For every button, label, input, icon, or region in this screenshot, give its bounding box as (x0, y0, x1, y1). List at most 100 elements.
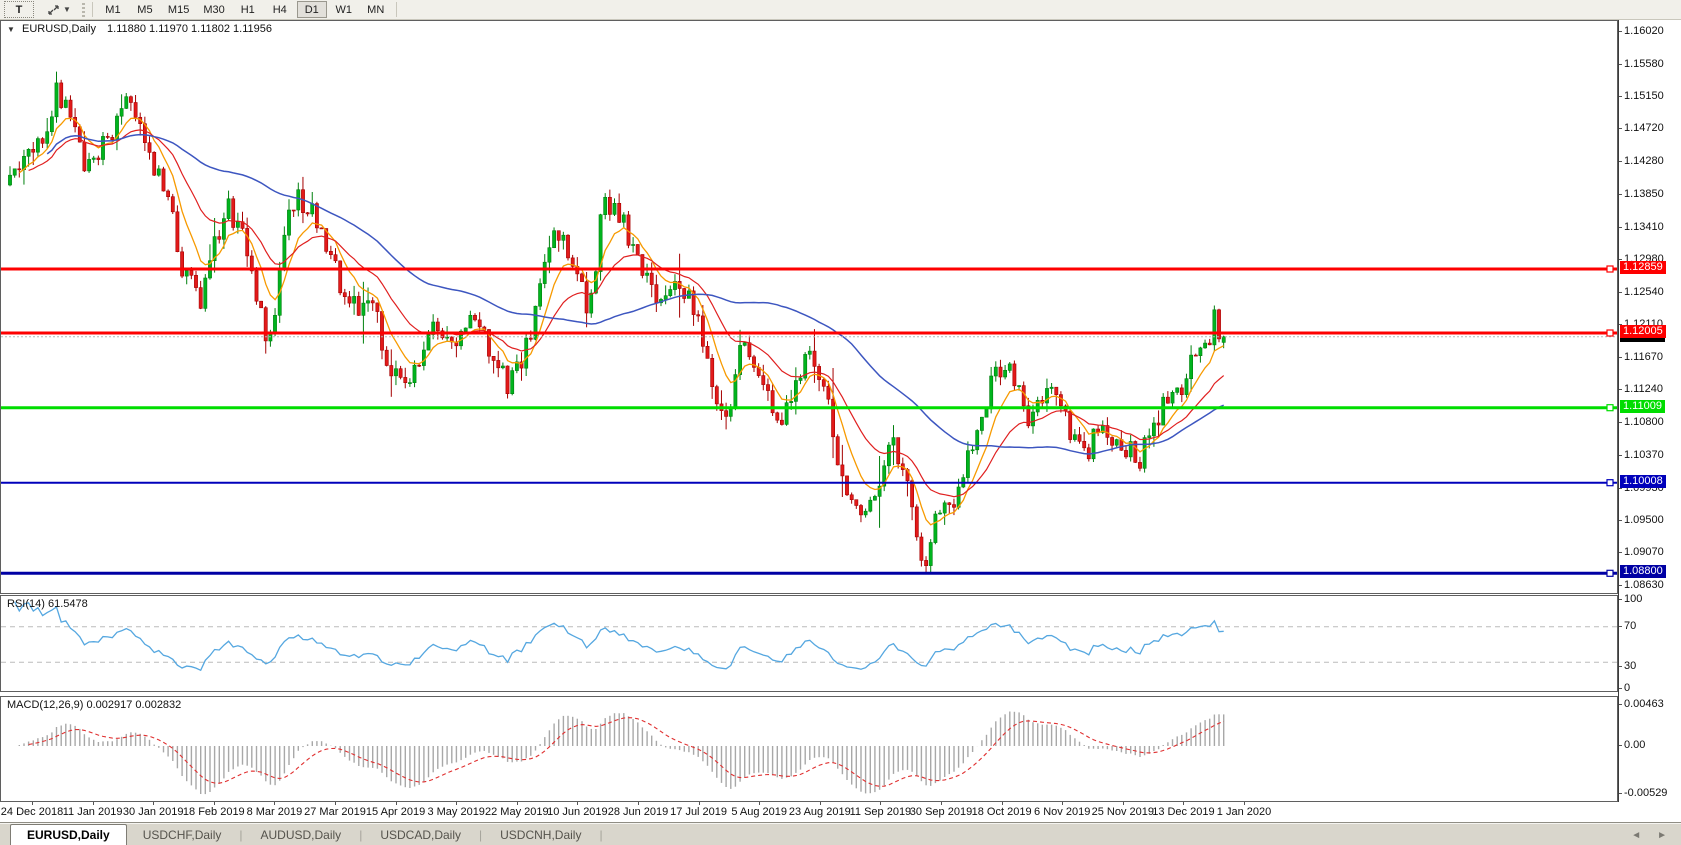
price-axis-tick: 1.10800 (1624, 416, 1664, 429)
rsi-canvas[interactable] (1, 596, 1617, 691)
tab-separator: | (479, 828, 483, 842)
text-tool-label: T (15, 3, 23, 16)
tab-scroll-right-icon[interactable]: ► (1657, 830, 1667, 841)
arrows-tool-button[interactable]: ▼ (41, 1, 77, 18)
timeframe-button-M15[interactable]: M15 (162, 1, 195, 18)
axis-tick-mark (1619, 793, 1622, 794)
macd-canvas[interactable] (1, 697, 1617, 801)
text-tool-button[interactable]: T (4, 1, 34, 18)
macd-indicator-panel: MACD(12,26,9) 0.002917 0.002832 (0, 696, 1618, 802)
rsi-axis-tick: 30 (1624, 659, 1637, 672)
axis-tick-mark (1619, 704, 1622, 705)
axis-tick-mark (1619, 519, 1622, 521)
tab-audusd-daily[interactable]: AUDUSD,Daily (245, 825, 358, 845)
date-axis-label: 22 May 2019 (484, 806, 549, 818)
price-axis-tick: 1.11670 (1624, 351, 1663, 364)
axis-tick-mark (1619, 258, 1622, 260)
axis-tick-mark (1619, 665, 1622, 667)
date-axis-label: 15 Apr 2019 (365, 806, 426, 818)
axis-tick-mark (1619, 161, 1622, 163)
hline-price-tag: 1.08800 (1620, 565, 1666, 579)
date-tick-mark (395, 802, 397, 805)
date-tick-mark (577, 802, 579, 805)
toolbar-separator (91, 2, 93, 17)
macd-axis-tick: -0.00529 (1624, 787, 1668, 799)
tab-usdchf-daily[interactable]: USDCHF,Daily (127, 825, 238, 845)
axis-tick-mark (1619, 585, 1622, 586)
price-axis[interactable]: 1.16020 1.15580 1.15150 1.14720 1.14280 1.138… (1618, 20, 1681, 802)
axis-tick-mark (1619, 625, 1622, 627)
axis-tick-mark (1619, 745, 1622, 746)
date-axis-label: 1 Jan 2020 (1216, 806, 1272, 818)
date-axis-label: 30 Sep 2019 (909, 806, 973, 818)
date-tick-mark (1122, 802, 1124, 805)
toolbar-separator (395, 2, 397, 17)
date-axis-label: 17 Jul 2019 (670, 806, 728, 818)
price-axis-tick: 1.10370 (1624, 448, 1664, 461)
macd-label: MACD(12,26,9) 0.002917 0.002832 (7, 699, 182, 711)
axis-tick-mark (1619, 552, 1622, 553)
timeframe-button-H4[interactable]: H4 (265, 1, 295, 18)
hline-price-tag: 1.10008 (1620, 474, 1666, 488)
timeframe-button-MN[interactable]: MN (361, 1, 391, 18)
toolbar: T ▼ M1 M5 M15 M30 H1 H4 D1 W1 MN (0, 0, 1681, 20)
chart-tab-bar: EURUSD,Daily USDCHF,Daily | AUDUSD,Daily | US… (0, 822, 1681, 845)
macd-axis-tick: 0.00463 (1624, 698, 1664, 710)
trading-platform-window: T ▼ M1 M5 M15 M30 H1 H4 D1 W1 MN ▼ EURUSD,Daily … (0, 0, 1681, 845)
timeframe-button-M30[interactable]: M30 (197, 1, 230, 18)
date-tick-mark (1244, 802, 1245, 805)
dropdown-caret-icon: ▼ (63, 5, 71, 14)
date-tick-mark (456, 802, 458, 805)
date-tick-mark (213, 802, 215, 805)
date-tick-mark (1183, 802, 1185, 805)
toolbar-grip[interactable] (81, 2, 85, 17)
tab-scroll-left-icon[interactable]: ◄ (1631, 830, 1641, 841)
arrows-icon (48, 4, 59, 15)
date-axis-label: 30 Jan 2019 (122, 806, 184, 818)
date-axis-label: 11 Jan 2019 (62, 806, 123, 818)
chart-title: ▼ EURUSD,Daily 1.11880 1.11970 1.11802 1… (7, 23, 272, 35)
timeframe-button-M1[interactable]: M1 (98, 1, 128, 18)
price-axis-tick: 1.15150 (1624, 90, 1664, 103)
chart-symbol-label: EURUSD,Daily (21, 23, 96, 36)
date-axis[interactable]: 24 Dec 2018 11 Jan 2019 30 Jan 2019 18 Feb … (0, 802, 1681, 822)
date-tick-mark (698, 802, 700, 805)
date-tick-mark (92, 802, 94, 805)
price-axis-tick: 1.16020 (1624, 25, 1664, 37)
axis-tick-mark (1619, 96, 1622, 98)
axis-tick-mark (1619, 599, 1622, 600)
date-tick-mark (516, 802, 518, 805)
tab-eurusd-daily[interactable]: EURUSD,Daily (10, 824, 127, 845)
collapse-chart-icon[interactable]: ▼ (7, 25, 15, 34)
price-axis-tick: 1.13410 (1624, 220, 1664, 233)
tab-usdcnh-daily[interactable]: USDCNH,Daily (484, 825, 597, 845)
tab-scroll-controls: ◄ ► (1631, 830, 1667, 841)
main-chart-panel: ▼ EURUSD,Daily 1.11880 1.11970 1.11802 1… (0, 20, 1618, 594)
price-axis-tick: 1.15580 (1624, 57, 1664, 70)
timeframe-button-D1[interactable]: D1 (296, 1, 327, 18)
timeframe-toolbar: M1 M5 M15 M30 H1 H4 D1 W1 MN (97, 1, 392, 18)
timeframe-button-W1[interactable]: W1 (329, 1, 359, 18)
price-axis-tick: 1.14280 (1624, 155, 1664, 168)
tab-usdcad-daily[interactable]: USDCAD,Daily (364, 825, 477, 845)
date-axis-label: 28 Jun 2019 (607, 806, 669, 818)
axis-tick-mark (1619, 226, 1622, 228)
date-tick-mark (638, 802, 639, 805)
timeframe-button-H1[interactable]: H1 (233, 1, 263, 18)
price-axis-tick: 1.14720 (1624, 122, 1664, 135)
date-tick-mark (153, 802, 155, 805)
date-axis-label: 5 Aug 2019 (731, 806, 788, 818)
date-tick-mark (759, 802, 761, 805)
price-axis-tick: 1.09070 (1624, 546, 1664, 558)
date-tick-mark (1001, 802, 1003, 805)
price-axis-tick: 1.12540 (1624, 285, 1664, 298)
axis-tick-mark (1619, 193, 1622, 195)
rsi-axis-tick: 70 (1624, 619, 1637, 632)
date-axis-label: 8 Mar 2019 (246, 806, 303, 818)
timeframe-button-M5[interactable]: M5 (130, 1, 160, 18)
date-tick-mark (941, 802, 942, 805)
axis-tick-mark (1619, 357, 1622, 359)
price-chart-canvas[interactable] (1, 21, 1617, 593)
date-axis-label: 10 Jun 2019 (547, 806, 608, 818)
axis-tick-mark (1619, 128, 1622, 130)
